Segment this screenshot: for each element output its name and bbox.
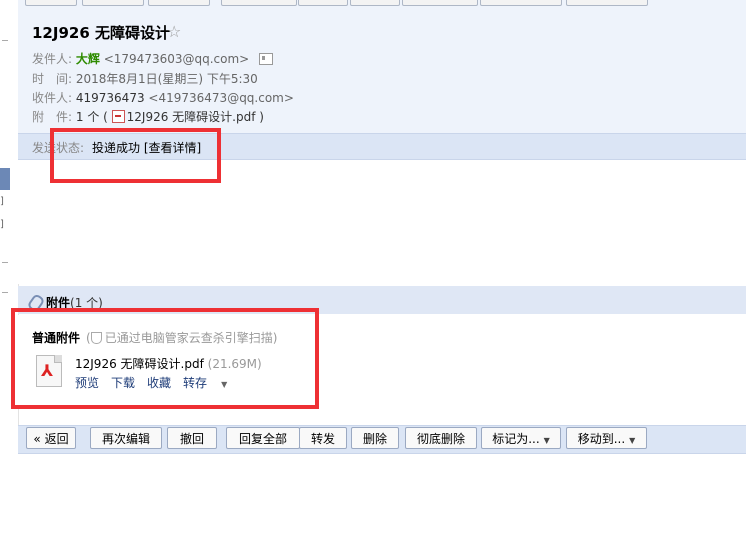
sidebar-divider [2, 262, 8, 263]
attachment-count: 1 个 ( [75, 110, 108, 124]
recipient-label: 收件人: [32, 91, 73, 105]
time-row: 时 间: 2018年8月1日(星期三) 下午5:30 [32, 70, 258, 87]
top-toolbar [18, 0, 746, 6]
top-toolbar-button[interactable] [221, 0, 297, 6]
annotation-box-status [50, 128, 221, 183]
chevron-down-icon: ▼ [543, 436, 550, 445]
forward-button[interactable]: 转发 [299, 427, 347, 449]
mark-as-label: 标记为... [492, 432, 540, 446]
top-toolbar-button[interactable] [350, 0, 400, 6]
top-toolbar-button[interactable] [480, 0, 562, 6]
sender-name[interactable]: 大辉 [76, 52, 100, 66]
move-to-dropdown[interactable]: 移动到... ▼ [566, 427, 647, 449]
top-toolbar-button[interactable] [82, 0, 144, 6]
attachment-label: 附 件: [32, 110, 73, 124]
top-toolbar-button[interactable] [25, 0, 77, 6]
chevron-down-icon: ▼ [629, 436, 636, 445]
delete-button[interactable]: 删除 [351, 427, 399, 449]
sidebar-bracket-icon: ] [0, 219, 4, 230]
recipient-name[interactable]: 419736473 [76, 91, 145, 105]
contact-card-icon[interactable] [259, 52, 274, 65]
delete-forever-button[interactable]: 彻底删除 [405, 427, 477, 449]
pdf-icon [111, 110, 125, 123]
top-toolbar-button[interactable] [402, 0, 478, 6]
sidebar-selected-marker [0, 168, 10, 190]
recall-button[interactable]: 撤回 [167, 427, 217, 449]
recipient-email: <419736473@qq.com> [148, 91, 294, 105]
annotation-box-attachment [11, 308, 319, 409]
sidebar-bracket-icon: ] [0, 196, 4, 207]
attachment-row: 附 件: 1 个 ( 12J926 无障碍设计.pdf ) [32, 108, 264, 125]
sender-row: 发件人: 大辉 <179473603@qq.com> [32, 50, 274, 67]
top-toolbar-button[interactable] [566, 0, 648, 6]
time-value: 2018年8月1日(星期三) 下午5:30 [75, 72, 258, 86]
mark-as-dropdown[interactable]: 标记为... ▼ [481, 427, 561, 449]
back-button[interactable]: « 返回 [26, 427, 76, 449]
attachment-close-paren: ) [259, 110, 264, 124]
time-label: 时 间: [32, 72, 73, 86]
sender-email: <179473603@qq.com> [103, 52, 250, 66]
sender-label: 发件人: [32, 52, 73, 66]
sidebar-divider [2, 40, 8, 41]
sidebar-divider [2, 292, 8, 293]
mail-subject: 12J926 无障碍设计 [32, 24, 170, 42]
recipient-row: 收件人: 419736473 <419736473@qq.com> [32, 89, 294, 106]
move-to-label: 移动到... [577, 432, 626, 446]
left-sidebar-strip: ] ] [0, 0, 19, 534]
page-footer-space [18, 454, 746, 534]
top-toolbar-button[interactable] [148, 0, 210, 6]
star-outline-icon[interactable]: ☆ [167, 22, 181, 41]
re-edit-button[interactable]: 再次编辑 [90, 427, 162, 449]
top-toolbar-button[interactable] [298, 0, 348, 6]
reply-all-button[interactable]: 回复全部 [226, 427, 300, 449]
attachment-file-link[interactable]: 12J926 无障碍设计.pdf [127, 110, 256, 124]
